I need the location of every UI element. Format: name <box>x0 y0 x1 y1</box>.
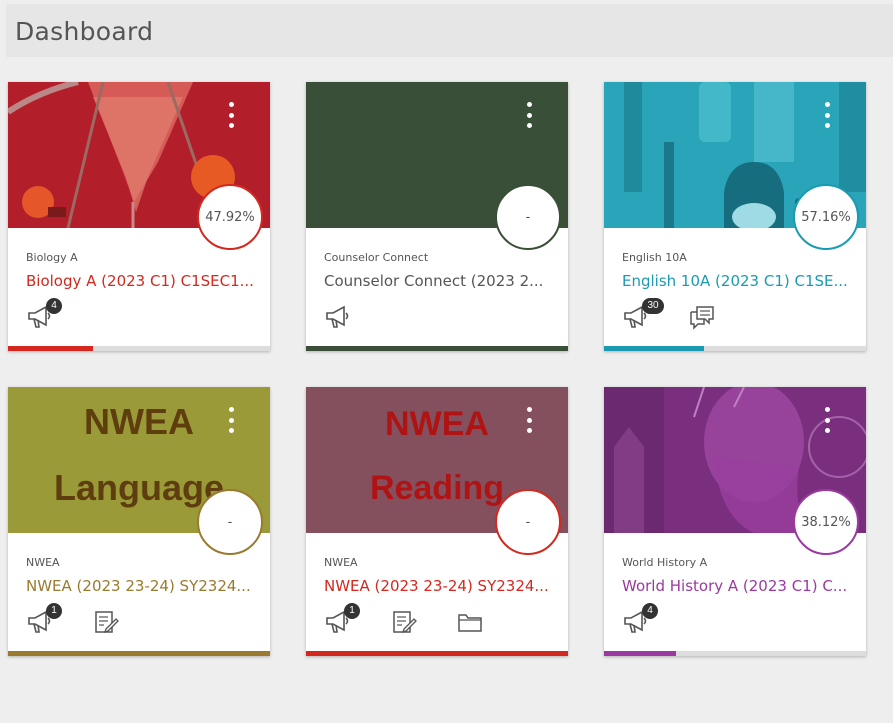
course-title-link[interactable]: World History A (2023 C1) C... <box>622 577 854 595</box>
course-short-name: Counselor Connect <box>324 251 429 264</box>
announcements-badge: 4 <box>642 603 658 619</box>
course-card-english-10a[interactable]: 57.16% English 10A English 10A (2023 C1)… <box>604 82 866 351</box>
announcements-badge: 1 <box>46 603 62 619</box>
page-header: Dashboard <box>6 4 893 57</box>
course-menu-button[interactable] <box>524 102 534 128</box>
announcements-button[interactable]: 4 <box>622 603 658 637</box>
progress-bar <box>8 651 270 656</box>
progress-bar <box>306 651 568 656</box>
course-card-nwea-reading[interactable]: NWEA Reading - NWEA NWEA (2023 23-24) SY… <box>306 387 568 656</box>
folder-icon <box>458 614 482 632</box>
course-short-name: NWEA <box>324 556 358 569</box>
announcements-button[interactable]: 1 <box>26 603 62 637</box>
progress-bar <box>604 651 866 656</box>
course-title-link[interactable]: NWEA (2023 23-24) SY2324... <box>26 577 258 595</box>
files-button[interactable] <box>456 609 486 637</box>
announcements-badge: 30 <box>642 298 664 314</box>
discussions-button[interactable] <box>688 304 718 332</box>
assignments-button[interactable] <box>92 609 122 637</box>
course-menu-button[interactable] <box>822 407 832 433</box>
course-menu-button[interactable] <box>524 407 534 433</box>
assignments-button[interactable] <box>390 609 420 637</box>
announcements-badge: 4 <box>46 298 62 314</box>
announcements-button[interactable] <box>324 304 354 332</box>
course-short-name: World History A <box>622 556 708 569</box>
assignment-icon <box>95 611 119 634</box>
course-short-name: NWEA <box>26 556 60 569</box>
progress-bar <box>604 346 866 351</box>
megaphone-icon <box>326 305 349 328</box>
announcements-badge: 1 <box>344 603 360 619</box>
grade-circle[interactable]: - <box>495 489 561 555</box>
course-card-world-history-a[interactable]: 38.12% World History A World History A (… <box>604 387 866 656</box>
grade-circle[interactable]: - <box>197 489 263 555</box>
course-menu-button[interactable] <box>822 102 832 128</box>
announcements-button[interactable]: 30 <box>622 298 664 332</box>
announcements-button[interactable]: 4 <box>26 298 62 332</box>
announcements-button[interactable]: 1 <box>324 603 360 637</box>
page-title: Dashboard <box>15 17 154 46</box>
course-title-link[interactable]: NWEA (2023 23-24) SY2324... <box>324 577 556 595</box>
assignment-icon <box>393 611 417 634</box>
course-card-counselor-connect[interactable]: - Counselor Connect Counselor Connect (2… <box>306 82 568 351</box>
grade-circle[interactable]: 57.16% <box>793 184 859 250</box>
course-card-nwea-language[interactable]: NWEA Language - NWEA NWEA (2023 23-24) S… <box>8 387 270 656</box>
course-title-link[interactable]: Biology A (2023 C1) C1SEC1... <box>26 272 258 290</box>
discussion-icon <box>690 306 714 330</box>
course-short-name: English 10A <box>622 251 687 264</box>
grade-circle[interactable]: 47.92% <box>197 184 263 250</box>
course-title-link[interactable]: English 10A (2023 C1) C1SE... <box>622 272 854 290</box>
course-card-biology-a[interactable]: 47.92% Biology A Biology A (2023 C1) C1S… <box>8 82 270 351</box>
progress-bar <box>8 346 270 351</box>
grade-circle[interactable]: 38.12% <box>793 489 859 555</box>
course-menu-button[interactable] <box>226 407 236 433</box>
grade-circle[interactable]: - <box>495 184 561 250</box>
course-menu-button[interactable] <box>226 102 236 128</box>
progress-bar <box>306 346 568 351</box>
course-title-link[interactable]: Counselor Connect (2023 2... <box>324 272 556 290</box>
course-short-name: Biology A <box>26 251 78 264</box>
